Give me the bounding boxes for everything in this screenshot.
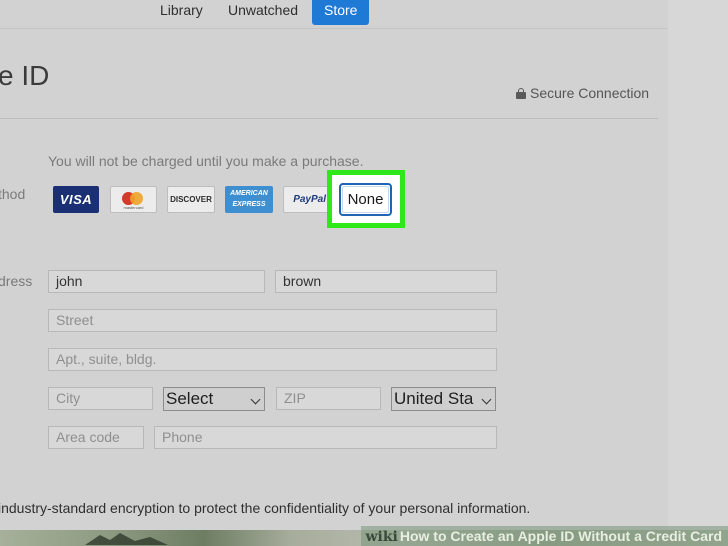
secure-connection: Secure Connection [516,85,649,101]
wikihow-brand: wiki [365,529,398,545]
tab-library[interactable]: Library [160,0,203,25]
lock-icon [516,88,526,99]
header-divider [0,118,658,119]
tab-unwatched[interactable]: Unwatched [228,0,298,25]
chevron-down-icon [250,394,261,405]
top-tab-bar: Library Unwatched Store [0,0,728,28]
tab-store[interactable]: Store [312,0,370,25]
chevron-down-icon [481,394,492,405]
bird-silhouette [85,533,168,545]
visa-label: VISA [59,192,93,207]
paypal-label: PayPal [293,194,326,205]
secure-connection-label: Secure Connection [530,85,650,101]
amex-label: AMERICAN EXPRESS [230,190,268,208]
amex-card-option[interactable]: AMERICAN EXPRESS [225,186,273,213]
discover-label: DISCOVER [170,195,212,204]
state-select[interactable]: Select [163,387,265,411]
tab-bar-divider [0,28,668,29]
mastercard-orange-circle [130,192,143,205]
encryption-notice: industry-standard encryption to protect … [0,500,531,516]
city-field[interactable]: City [48,387,153,410]
last-name-field[interactable]: brown [275,270,497,293]
payment-method-label: thod [0,186,26,202]
country-select[interactable]: United Sta [391,387,496,411]
country-select-value: United Sta [394,389,474,408]
watermark-title: How to Create an Apple ID Without a Cred… [399,528,722,544]
area-code-field[interactable]: Area code [48,426,144,449]
billing-address-label: dress [0,273,33,289]
discover-card-option[interactable]: DISCOVER [167,186,215,213]
zip-field[interactable]: ZIP [276,387,381,410]
phone-field[interactable]: Phone [154,426,497,449]
state-select-value: Select [166,389,214,408]
first-name-field[interactable]: john [48,270,265,293]
paypal-option[interactable]: PayPal [283,186,329,213]
wikihow-watermark: wiki How to Create an Apple ID Without a … [361,526,728,546]
visa-card-option[interactable]: VISA [53,186,99,213]
charge-note: You will not be charged until you make a… [48,153,364,169]
none-payment-button[interactable]: None [339,183,392,216]
right-margin [668,0,728,546]
street-field[interactable]: Street [48,309,497,332]
apt-suite-field[interactable]: Apt., suite, bldg. [48,348,497,371]
mastercard-option[interactable]: mastercard [110,186,157,213]
mastercard-label: mastercard [123,205,144,210]
page-title: e ID [0,60,50,91]
